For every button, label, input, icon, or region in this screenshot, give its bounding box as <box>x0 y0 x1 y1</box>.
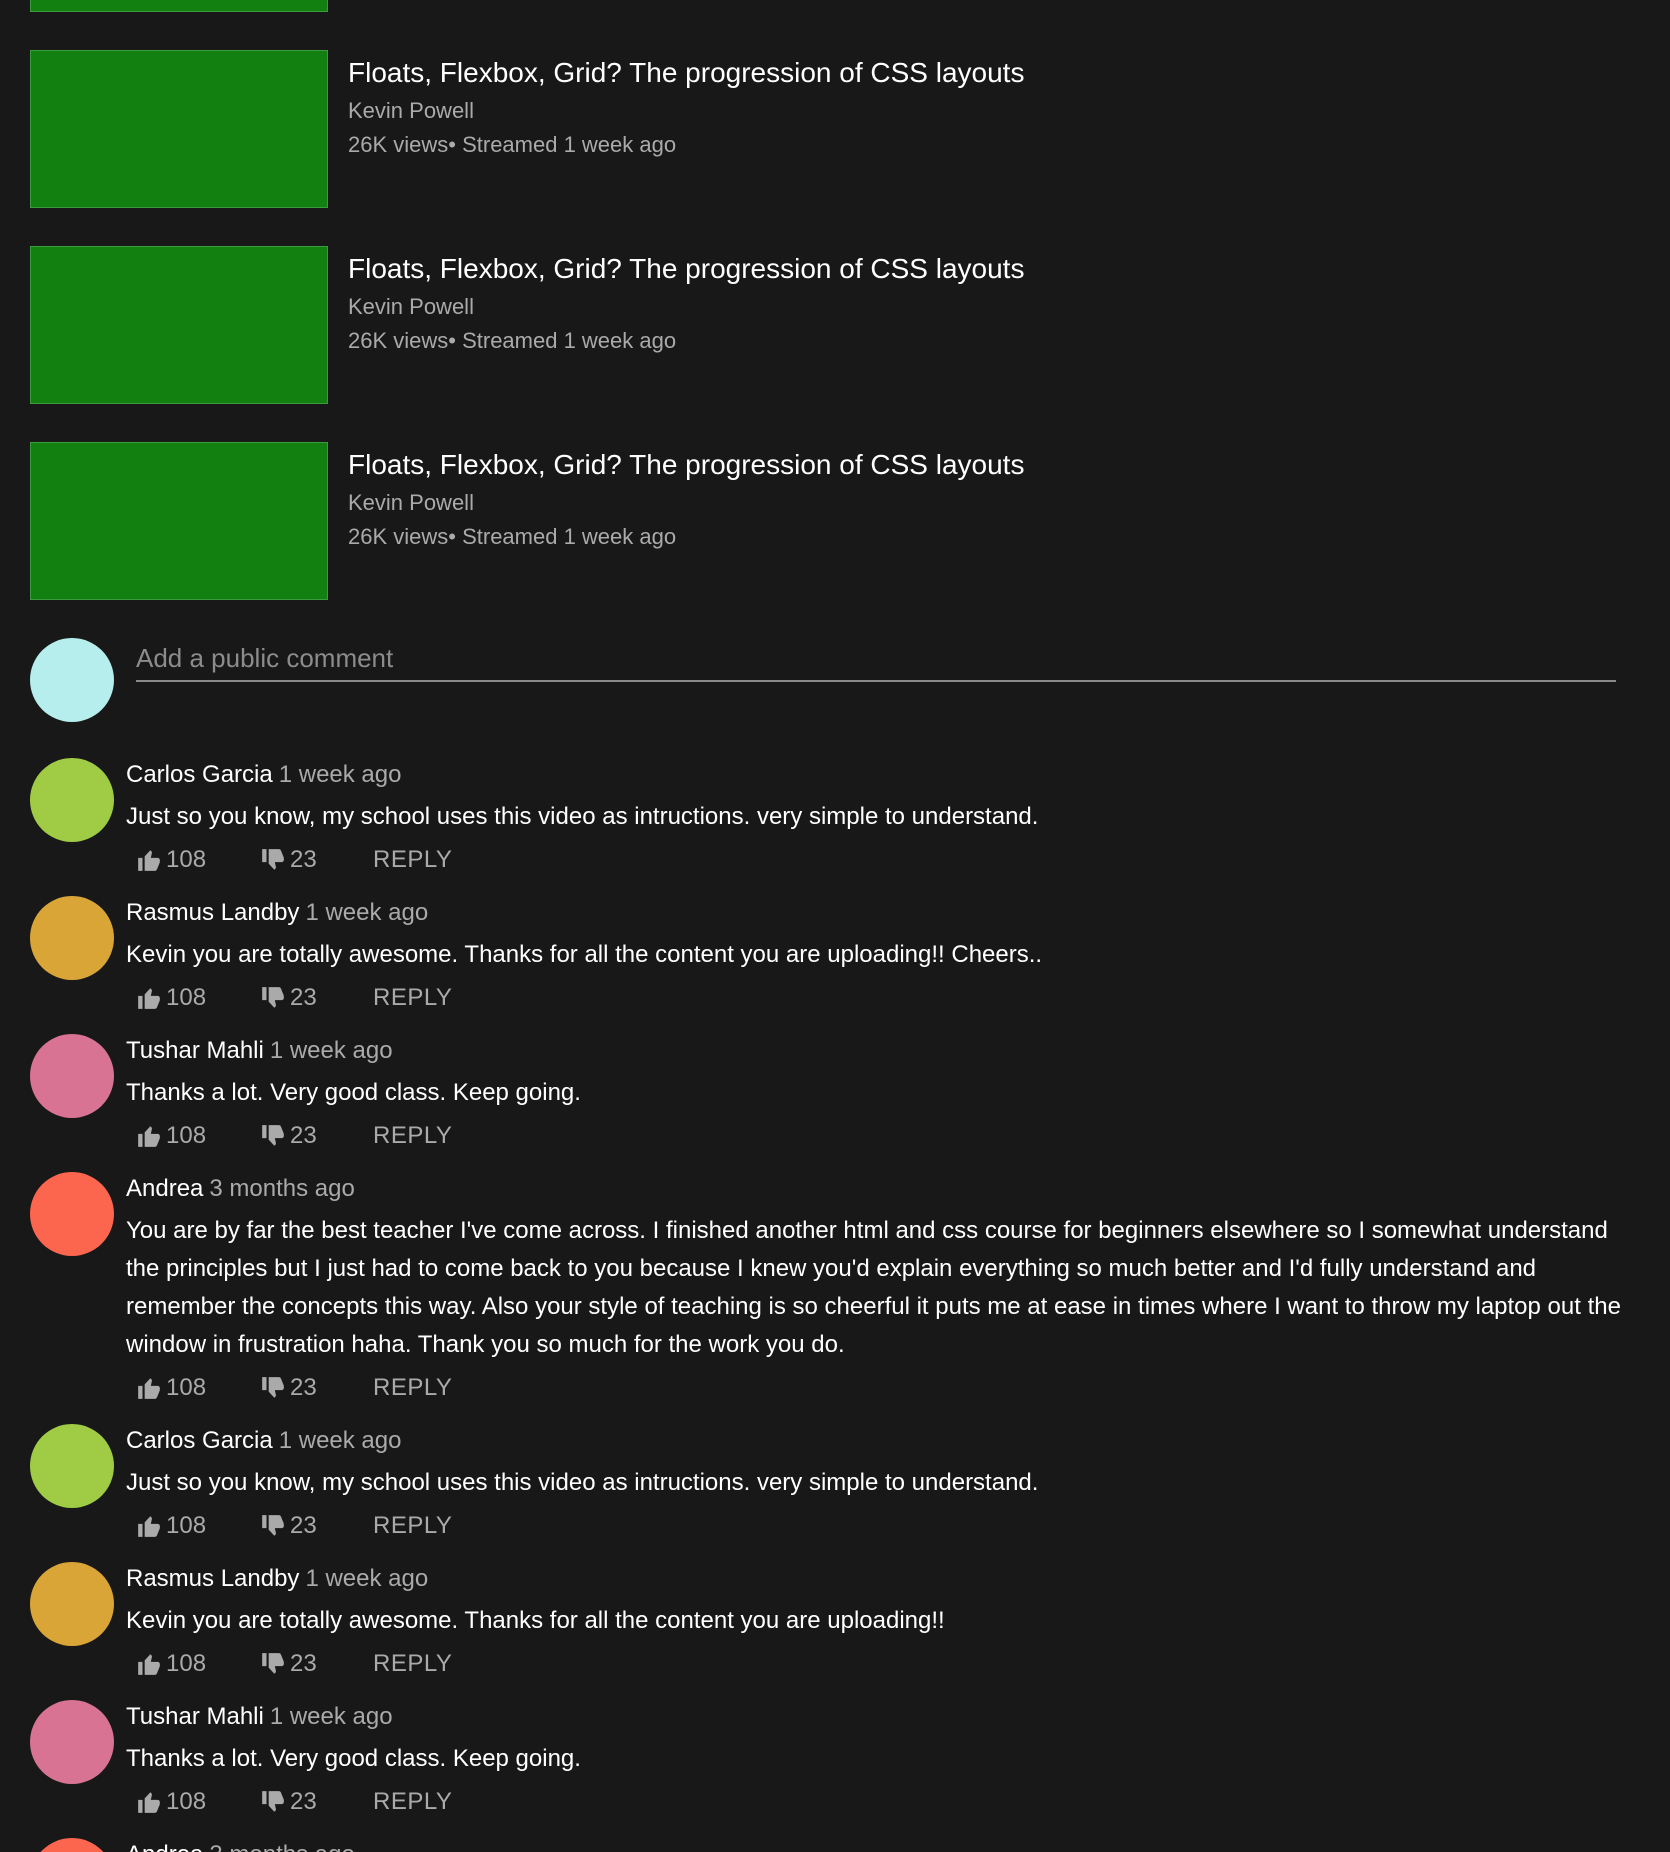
dislike-count: 23 <box>290 1650 317 1677</box>
comment-time[interactable]: 1 week ago <box>279 1427 402 1454</box>
thumbs-up-icon <box>136 985 162 1011</box>
video-title[interactable]: Floats, Flexbox, Grid? The progression o… <box>348 255 1024 283</box>
dislike-button[interactable]: 23 <box>260 1374 317 1402</box>
reply-button[interactable]: REPLY <box>373 1374 452 1402</box>
avatar[interactable] <box>30 1700 114 1784</box>
thumbs-down-icon <box>260 1651 286 1677</box>
thumbs-up-icon <box>136 1513 162 1539</box>
reply-button[interactable]: REPLY <box>373 1650 452 1678</box>
video-meta: 26K views• Streamed 1 week ago <box>348 328 677 353</box>
video-channel[interactable]: Kevin Powell <box>348 100 1024 122</box>
comment-text: Just so you know, my school uses this vi… <box>126 803 1039 830</box>
video-channel[interactable]: Kevin Powell <box>348 296 1024 318</box>
avatar[interactable] <box>30 1562 114 1646</box>
like-button[interactable]: 108 <box>136 1374 206 1402</box>
thumbs-up-icon <box>136 847 162 873</box>
avatar[interactable] <box>30 1424 114 1508</box>
comment-author[interactable]: Andrea <box>126 1841 203 1852</box>
video-thumbnail[interactable] <box>30 246 328 404</box>
comment-author[interactable]: Tushar Mahli <box>126 1037 264 1064</box>
thumbs-up-icon <box>136 1375 162 1401</box>
page: Floats, Flexbox, Grid? The progression o… <box>0 0 1670 1852</box>
video-info: Floats, Flexbox, Grid? The progression o… <box>348 451 1024 548</box>
like-count: 108 <box>166 846 207 873</box>
thumbs-down-icon <box>260 1789 286 1815</box>
comment-time[interactable]: 1 week ago <box>270 1703 393 1730</box>
dislike-count: 23 <box>290 984 317 1011</box>
thumbs-up-icon <box>136 1651 162 1677</box>
dislike-button[interactable]: 23 <box>260 1650 317 1678</box>
reply-button[interactable]: REPLY <box>373 984 452 1012</box>
comment-text: You are by far the best teacher I've com… <box>126 1217 1621 1358</box>
reply-button[interactable]: REPLY <box>373 1788 452 1816</box>
comment-author[interactable]: Rasmus Landby <box>126 899 299 926</box>
avatar[interactable] <box>30 1034 114 1118</box>
dislike-count: 23 <box>290 1512 317 1539</box>
avatar[interactable] <box>30 758 114 842</box>
dislike-count: 23 <box>290 1788 317 1815</box>
video-title[interactable]: Floats, Flexbox, Grid? The progression o… <box>348 451 1024 479</box>
dislike-button[interactable]: 23 <box>260 1512 317 1540</box>
thumbs-up-icon <box>136 1123 162 1149</box>
comment-text: Kevin you are totally awesome. Thanks fo… <box>126 941 1043 968</box>
video-title[interactable]: Floats, Flexbox, Grid? The progression o… <box>348 59 1024 87</box>
comment-time[interactable]: 3 months ago <box>209 1175 354 1202</box>
dislike-button[interactable]: 23 <box>260 1788 317 1816</box>
video-meta: 26K views• Streamed 1 week ago <box>348 524 677 549</box>
dislike-button[interactable]: 23 <box>260 1122 317 1150</box>
comment-text: Thanks a lot. Very good class. Keep goin… <box>126 1079 581 1106</box>
comment-text: Kevin you are totally awesome. Thanks fo… <box>126 1607 945 1634</box>
comment-time[interactable]: 1 week ago <box>305 899 428 926</box>
video-meta: 26K views• Streamed 1 week ago <box>348 132 677 157</box>
like-count: 108 <box>166 1788 207 1815</box>
video-info: Floats, Flexbox, Grid? The progression o… <box>348 59 1024 156</box>
like-button[interactable]: 108 <box>136 1512 206 1540</box>
thumbs-up-icon <box>136 1789 162 1815</box>
avatar[interactable] <box>30 896 114 980</box>
thumbs-down-icon <box>260 985 286 1011</box>
comment-time[interactable]: 1 week ago <box>270 1037 393 1064</box>
video-channel[interactable]: Kevin Powell <box>348 492 1024 514</box>
reply-button[interactable]: REPLY <box>373 846 452 874</box>
thumbs-down-icon <box>260 1375 286 1401</box>
comment-time[interactable]: 3 months ago <box>209 1841 354 1852</box>
video-info: Floats, Flexbox, Grid? The progression o… <box>348 255 1024 352</box>
comment-author[interactable]: Andrea <box>126 1175 203 1202</box>
reply-button[interactable]: REPLY <box>373 1122 452 1150</box>
thumbs-down-icon <box>260 1123 286 1149</box>
like-count: 108 <box>166 984 207 1011</box>
dislike-count: 23 <box>290 846 317 873</box>
thumbs-down-icon <box>260 847 286 873</box>
comment-author[interactable]: Carlos Garcia <box>126 1427 273 1454</box>
dislike-button[interactable]: 23 <box>260 984 317 1012</box>
reply-button[interactable]: REPLY <box>373 1512 452 1540</box>
comment-text: Just so you know, my school uses this vi… <box>126 1469 1039 1496</box>
like-count: 108 <box>166 1512 207 1539</box>
comment-time[interactable]: 1 week ago <box>305 1565 428 1592</box>
like-count: 108 <box>166 1122 207 1149</box>
like-button[interactable]: 108 <box>136 1788 206 1816</box>
like-count: 108 <box>166 1374 207 1401</box>
like-button[interactable]: 108 <box>136 1122 206 1150</box>
comment-author[interactable]: Rasmus Landby <box>126 1565 299 1592</box>
video-thumbnail[interactable] <box>30 442 328 600</box>
like-count: 108 <box>166 1650 207 1677</box>
avatar[interactable] <box>30 1838 114 1852</box>
like-button[interactable]: 108 <box>136 846 206 874</box>
current-user-avatar <box>30 638 114 722</box>
video-thumbnail-partial[interactable] <box>30 0 328 12</box>
dislike-count: 23 <box>290 1122 317 1149</box>
comment-text: Thanks a lot. Very good class. Keep goin… <box>126 1745 581 1772</box>
avatar[interactable] <box>30 1172 114 1256</box>
comment-author[interactable]: Tushar Mahli <box>126 1703 264 1730</box>
dislike-button[interactable]: 23 <box>260 846 317 874</box>
dislike-count: 23 <box>290 1374 317 1401</box>
comment-time[interactable]: 1 week ago <box>279 761 402 788</box>
thumbs-down-icon <box>260 1513 286 1539</box>
like-button[interactable]: 108 <box>136 984 206 1012</box>
add-comment-input[interactable] <box>136 640 1616 682</box>
video-thumbnail[interactable] <box>30 50 328 208</box>
like-button[interactable]: 108 <box>136 1650 206 1678</box>
comment-author[interactable]: Carlos Garcia <box>126 761 273 788</box>
